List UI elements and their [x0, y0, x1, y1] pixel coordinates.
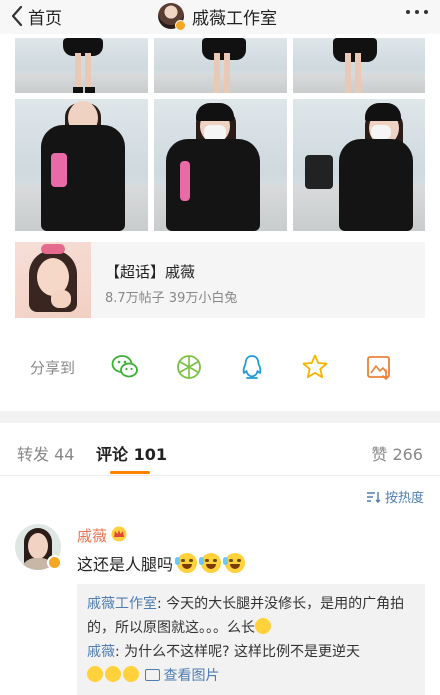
- laugh-cry-emoji-icon: [199, 553, 222, 573]
- sort-icon: [366, 491, 381, 503]
- tab-like[interactable]: 赞 266: [371, 441, 423, 465]
- comment-body: 这还是人腿吗: [77, 555, 174, 574]
- reply-item: 戚薇: 为什么不这样呢? 这样比例不是更逆天: [87, 640, 415, 664]
- tab-comment[interactable]: 评论 101: [96, 441, 167, 465]
- comment-text: 这还是人腿吗: [77, 551, 246, 575]
- share-label: 分享到: [30, 359, 76, 377]
- more-dot-icon: [415, 10, 419, 14]
- reply-author[interactable]: 戚薇工作室: [87, 596, 157, 612]
- laugh-cry-emoji-icon: [223, 553, 246, 573]
- tabs-divider: [0, 475, 440, 476]
- reply-item: 戚薇工作室: 今天的大长腿并没修长，是用的广角拍的，所以原图就这。。。么长: [87, 592, 415, 640]
- page-title: 戚薇工作室: [192, 8, 277, 29]
- sort-by-hot-button[interactable]: 按热度: [366, 487, 424, 506]
- super-topic-stats: 8.7万帖子 39万小白兔: [105, 291, 238, 306]
- grin-emoji-icon: [105, 666, 121, 682]
- more-dot-icon: [424, 10, 428, 14]
- view-image-link[interactable]: 查看图片: [145, 668, 219, 684]
- photo-thumbnail-6[interactable]: [293, 99, 425, 231]
- reply-thread[interactable]: 戚薇工作室: 今天的大长腿并没修长，是用的广角拍的，所以原图就这。。。么长 戚薇…: [77, 584, 425, 695]
- reply-extra: 查看图片: [87, 664, 415, 688]
- grin-emoji-icon: [87, 666, 103, 682]
- super-topic-title: 【超话】戚薇: [105, 263, 196, 281]
- photo-thumbnail-1[interactable]: [15, 38, 148, 93]
- photo-thumbnail-2[interactable]: [154, 38, 287, 93]
- account-avatar: [158, 3, 186, 31]
- interaction-tabs: 转发 44 评论 101 赞 266: [0, 423, 440, 475]
- account-header[interactable]: 戚薇工作室: [158, 2, 277, 31]
- more-options-button[interactable]: [406, 10, 428, 14]
- grin-emoji-icon: [123, 666, 139, 682]
- wechat-icon[interactable]: [110, 352, 140, 382]
- reply-author[interactable]: 戚薇: [87, 644, 115, 660]
- super-topic-card[interactable]: 【超话】戚薇 8.7万帖子 39万小白兔: [15, 242, 425, 318]
- chevron-left-icon: [11, 5, 23, 27]
- reply-text: : 为什么不这样呢? 这样比例不是更逆天: [115, 644, 361, 660]
- photo-thumbnail-4[interactable]: [15, 99, 148, 231]
- sweat-emoji-icon: [255, 618, 271, 634]
- sort-label: 按热度: [384, 491, 424, 506]
- verified-badge-icon: [47, 555, 62, 570]
- top-nav-bar: 首页 戚薇工作室: [0, 0, 440, 34]
- image-icon: [145, 669, 161, 681]
- moments-icon[interactable]: [174, 352, 204, 382]
- verified-badge-icon: [175, 20, 186, 31]
- photo-thumbnail-3[interactable]: [293, 38, 425, 93]
- favorite-star-icon[interactable]: [300, 352, 330, 382]
- crown-icon: [111, 526, 127, 542]
- qq-icon[interactable]: [237, 352, 267, 382]
- tab-repost[interactable]: 转发 44: [17, 441, 74, 465]
- super-topic-image: [15, 242, 91, 318]
- save-image-icon[interactable]: [364, 352, 394, 382]
- more-dot-icon: [406, 10, 410, 14]
- view-image-label: 查看图片: [163, 668, 220, 684]
- section-divider: [0, 411, 440, 423]
- back-button[interactable]: 首页: [10, 3, 62, 29]
- share-bar: 分享到: [0, 340, 440, 392]
- commenter-name[interactable]: 戚薇: [77, 525, 107, 546]
- back-label: 首页: [28, 8, 62, 29]
- active-tab-indicator: [110, 471, 150, 474]
- photo-thumbnail-5[interactable]: [154, 99, 287, 231]
- laugh-cry-emoji-icon: [175, 553, 198, 573]
